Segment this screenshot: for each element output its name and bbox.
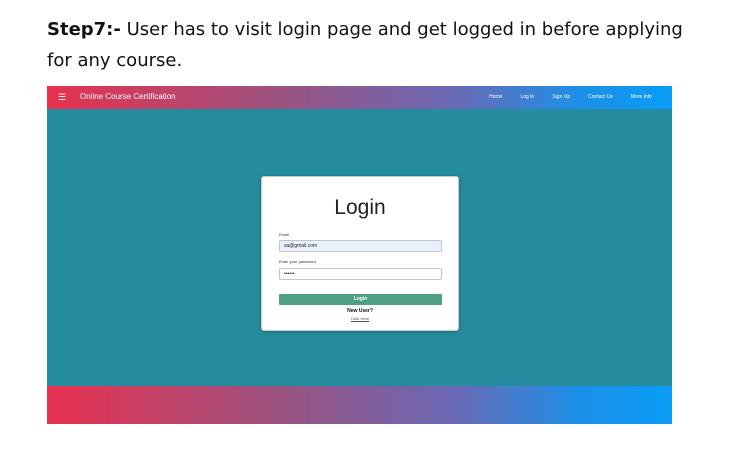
password-field[interactable]: ••••••	[279, 268, 442, 280]
step-description: Step7:- User has to visit login page and…	[47, 14, 707, 76]
nav-links: Home Log In Sign Up Contact Us More Info	[489, 92, 652, 102]
navbar: ☰ Online Course Certification Home Log I…	[47, 86, 672, 109]
nav-link-more-info[interactable]: More Info	[631, 92, 652, 102]
hamburger-icon[interactable]: ☰	[58, 91, 67, 103]
nav-link-login[interactable]: Log In	[520, 92, 534, 102]
nav-link-contact[interactable]: Contact Us	[588, 92, 613, 102]
step-label: Step7:-	[47, 19, 121, 40]
login-card: Login Email sa@gmail.com Enter your pass…	[261, 176, 459, 331]
screenshot: ☰ Online Course Certification Home Log I…	[47, 86, 672, 424]
login-title: Login	[334, 196, 386, 219]
footer-bar	[47, 386, 672, 424]
email-field[interactable]: sa@gmail.com	[279, 240, 442, 252]
email-label: Email	[279, 232, 290, 237]
nav-link-signup[interactable]: Sign Up	[552, 92, 570, 102]
nav-link-home[interactable]: Home	[489, 92, 502, 102]
login-button[interactable]: Login	[279, 294, 442, 305]
click-here-link[interactable]: Click Here	[262, 316, 458, 322]
password-label: Enter your password	[279, 259, 316, 264]
step-text: User has to visit login page and get log…	[47, 19, 683, 71]
new-user-text: New User?	[347, 308, 373, 314]
brand-title[interactable]: Online Course Certification	[80, 91, 176, 103]
